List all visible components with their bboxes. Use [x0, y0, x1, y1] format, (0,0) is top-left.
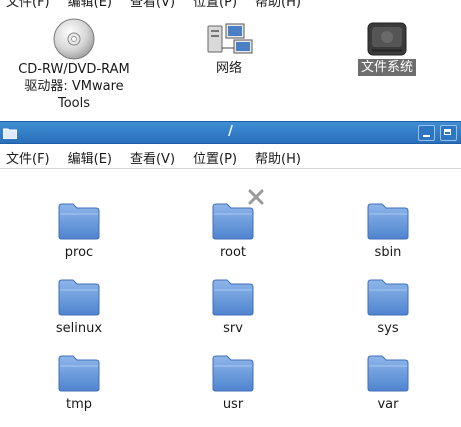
menu-view[interactable]: 查看(V) [124, 148, 175, 167]
folder-item-srv[interactable]: srv [188, 277, 278, 336]
folder-item-usr[interactable]: usr [188, 353, 278, 412]
folder-item-root[interactable]: root [188, 201, 278, 260]
folder-icon [58, 355, 100, 392]
network-label: 网络 [215, 61, 242, 76]
folder-grid: proc root sbin selinux srv sys tmp usr var [0, 177, 461, 427]
menu-places[interactable]: 位置(P) [187, 0, 237, 10]
folder-name: usr [222, 397, 244, 412]
folder-name: selinux [55, 321, 103, 336]
menu-edit[interactable]: 编辑(E) [62, 0, 112, 10]
folder-icon [367, 355, 409, 392]
cd-label-line3: Tools [57, 96, 91, 111]
filesystem-label: 文件系统 [357, 59, 416, 76]
desktop-window: 文件(F) 编辑(E) 查看(V) 位置(P) 帮助(H) CD-RW/DVD-… [0, 0, 461, 120]
cd-label-line1: CD-RW/DVD-RAM [18, 62, 130, 77]
menu-places[interactable]: 位置(P) [187, 148, 237, 167]
menu-file[interactable]: 文件(F) [0, 148, 50, 167]
menu-view[interactable]: 查看(V) [124, 0, 175, 10]
folder-icon [212, 203, 254, 240]
cd-drive-icon [53, 18, 95, 60]
folder-item-tmp[interactable]: tmp [34, 353, 124, 412]
folder-name: var [377, 397, 399, 412]
folder-name: sbin [374, 245, 402, 260]
filesystem-item[interactable]: 文件系统 [342, 19, 432, 76]
harddisk-icon [367, 22, 407, 56]
folder-name: tmp [65, 397, 92, 412]
network-item[interactable]: 网络 [192, 22, 266, 77]
menu-edit[interactable]: 编辑(E) [62, 148, 112, 167]
cd-drive-item[interactable]: CD-RW/DVD-RAM 驱动器: VMware Tools [0, 17, 148, 112]
folder-icon [212, 355, 254, 392]
folder-item-sbin[interactable]: sbin [343, 201, 433, 260]
menu-help[interactable]: 帮助(H) [249, 0, 301, 10]
folder-name: root [219, 245, 247, 260]
network-icon [207, 23, 253, 54]
maximize-button[interactable] [440, 125, 457, 141]
folder-name: sys [377, 321, 399, 336]
folder-name: proc [64, 245, 94, 260]
menu-file[interactable]: 文件(F) [0, 0, 50, 10]
folder-icon [58, 279, 100, 316]
file-browser-window: / 文件(F) 编辑(E) 查看(V) 位置(P) 帮助(H) proc root… [0, 121, 461, 425]
folder-icon [58, 203, 100, 240]
window-title: / [228, 124, 233, 139]
folder-icon [212, 279, 254, 316]
menubar: 文件(F) 编辑(E) 查看(V) 位置(P) 帮助(H) [0, 146, 461, 169]
back-menubar: 文件(F) 编辑(E) 查看(V) 位置(P) 帮助(H) [0, 0, 313, 11]
folder-icon [367, 203, 409, 240]
cd-label-line2: 驱动器: VMware [24, 79, 124, 94]
folder-item-sys[interactable]: sys [343, 277, 433, 336]
title-bar[interactable]: / [0, 121, 461, 144]
folder-item-selinux[interactable]: selinux [34, 277, 124, 336]
folder-icon [367, 279, 409, 316]
minimize-button[interactable] [418, 125, 435, 141]
folder-name: srv [223, 321, 243, 336]
folder-item-var[interactable]: var [343, 353, 433, 412]
folder-item-proc[interactable]: proc [34, 201, 124, 260]
menu-help[interactable]: 帮助(H) [249, 148, 301, 167]
